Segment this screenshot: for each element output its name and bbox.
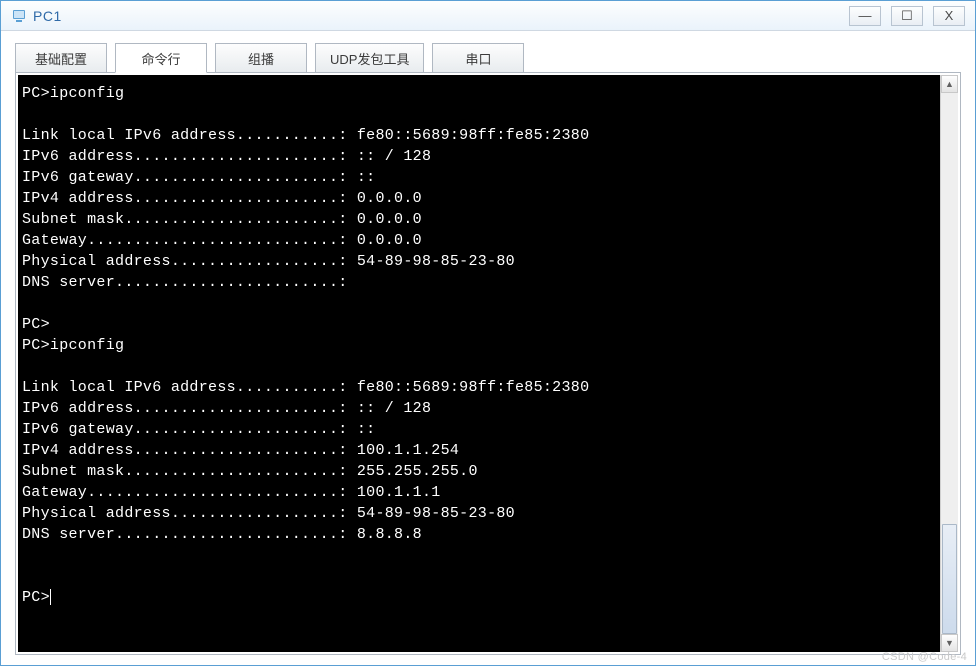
tab-content: PC>ipconfig Link local IPv6 address.....… bbox=[15, 72, 961, 655]
titlebar-left: PC1 bbox=[5, 8, 62, 24]
scroll-up-arrow[interactable]: ▲ bbox=[941, 75, 958, 93]
close-button[interactable]: X bbox=[933, 6, 965, 26]
tab-serial[interactable]: 串口 bbox=[432, 43, 524, 73]
tab-command-line[interactable]: 命令行 bbox=[115, 43, 207, 73]
app-window: PC1 — ☐ X 基础配置 命令行 组播 UDP发包工具 串口 PC>ipco… bbox=[0, 0, 976, 666]
app-icon bbox=[11, 8, 27, 24]
terminal-cursor bbox=[50, 589, 51, 605]
tab-udp-packet-tool[interactable]: UDP发包工具 bbox=[315, 43, 424, 73]
scroll-track[interactable] bbox=[941, 93, 958, 634]
minimize-button[interactable]: — bbox=[849, 6, 881, 26]
tab-basic-config[interactable]: 基础配置 bbox=[15, 43, 107, 73]
content-area: 基础配置 命令行 组播 UDP发包工具 串口 PC>ipconfig Link … bbox=[1, 31, 975, 665]
window-title: PC1 bbox=[33, 8, 62, 24]
tab-multicast[interactable]: 组播 bbox=[215, 43, 307, 73]
watermark: CSDN @Code-4 bbox=[882, 651, 967, 663]
window-controls: — ☐ X bbox=[849, 6, 971, 26]
scroll-down-arrow[interactable]: ▼ bbox=[941, 634, 958, 652]
maximize-button[interactable]: ☐ bbox=[891, 6, 923, 26]
tabs-row: 基础配置 命令行 组播 UDP发包工具 串口 bbox=[15, 43, 961, 73]
titlebar[interactable]: PC1 — ☐ X bbox=[1, 1, 975, 31]
scroll-thumb[interactable] bbox=[942, 524, 957, 634]
vertical-scrollbar[interactable]: ▲ ▼ bbox=[940, 75, 958, 652]
terminal[interactable]: PC>ipconfig Link local IPv6 address.....… bbox=[18, 75, 940, 652]
